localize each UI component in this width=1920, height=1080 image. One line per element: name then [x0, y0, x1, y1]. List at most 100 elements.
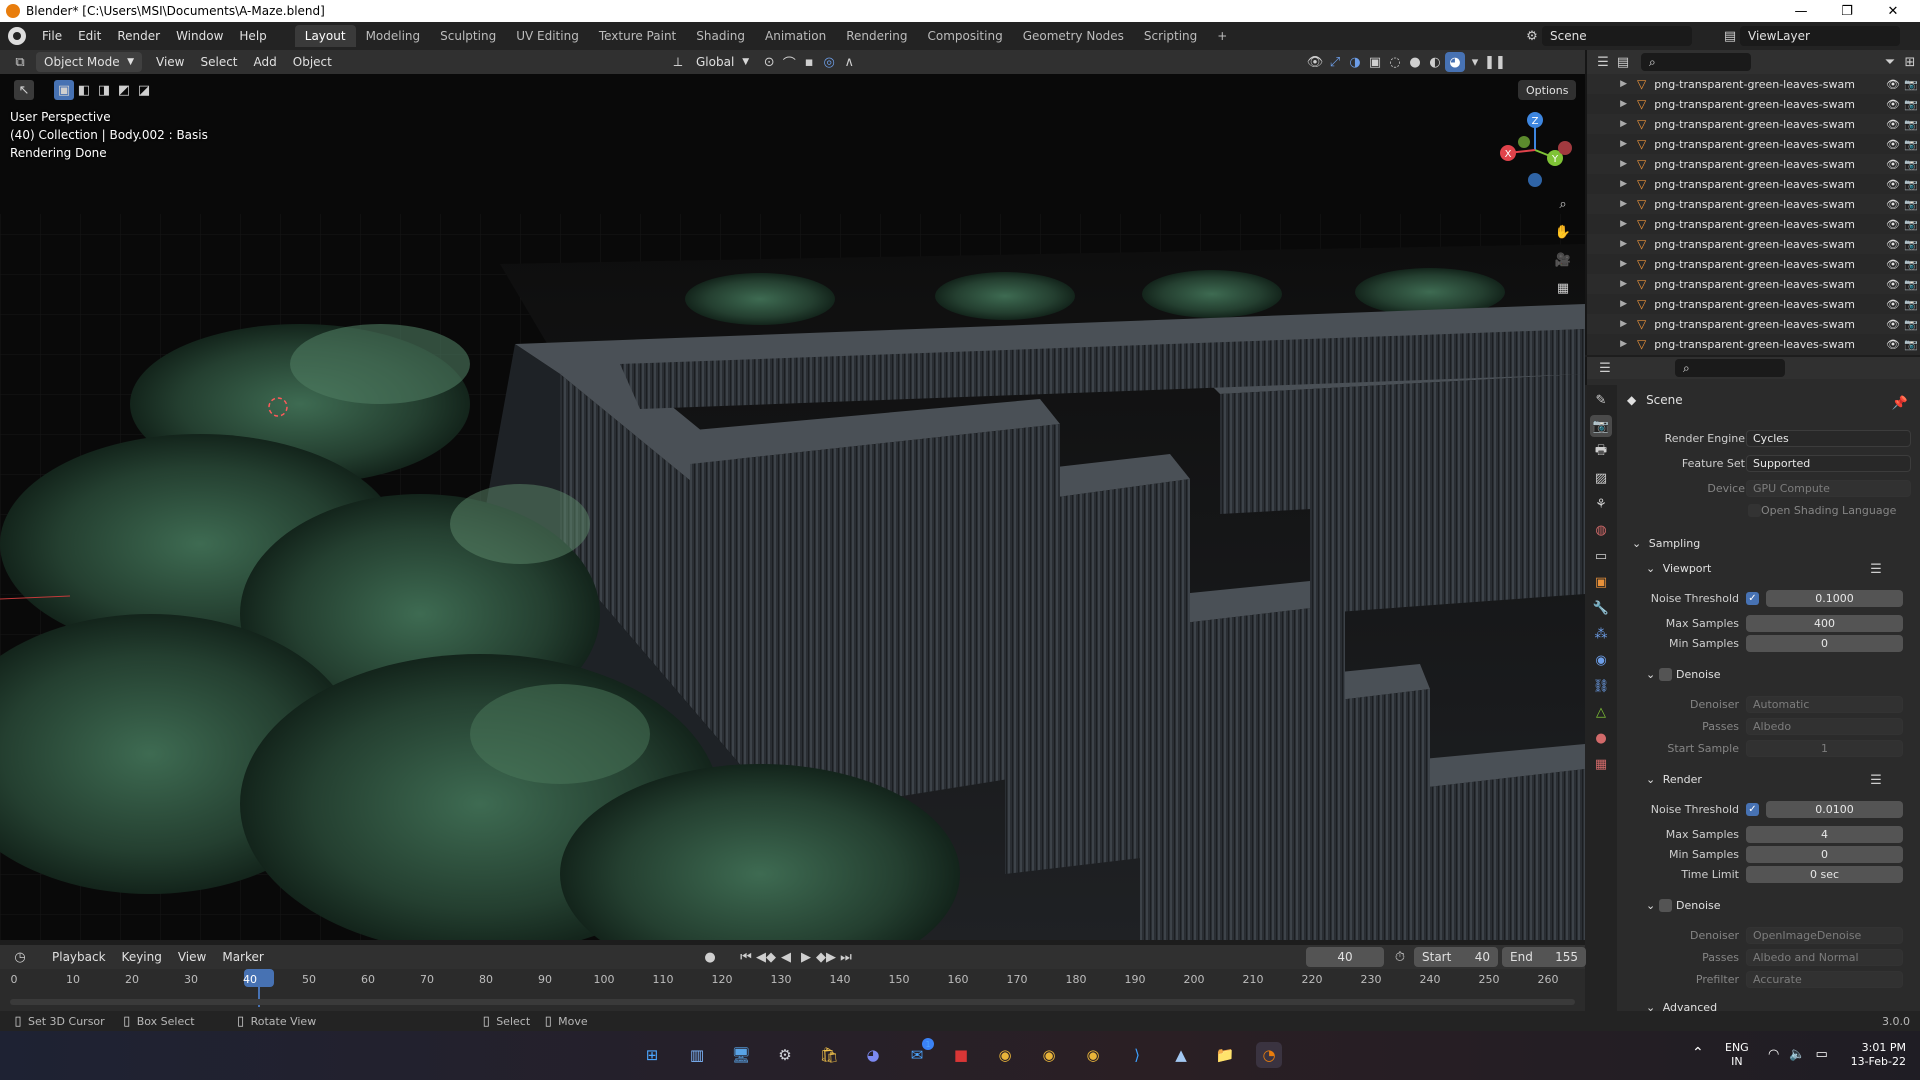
scene-tab-icon[interactable]: ⚘ [1590, 493, 1612, 515]
windows-start-icon[interactable]: ⊞ [639, 1042, 665, 1068]
expand-arrow-icon[interactable]: ▶ [1587, 179, 1637, 189]
viewport-noise-threshold-checkbox[interactable]: ✓ [1746, 592, 1759, 605]
camera-icon[interactable]: 📷 [1902, 78, 1920, 91]
world-tab-icon[interactable]: ◍ [1590, 519, 1612, 541]
camera-icon[interactable]: 📷 [1902, 98, 1920, 111]
camera-icon[interactable]: 📷 [1902, 178, 1920, 191]
navigation-gizmo[interactable]: Z Y X [1490, 108, 1580, 198]
viewport-denoise-subsection[interactable]: ⌄ [1646, 668, 1655, 681]
scene-selector[interactable]: Scene [1542, 26, 1692, 46]
expand-arrow-icon[interactable]: ▶ [1587, 319, 1637, 329]
select-tool-icon[interactable]: ↖ [14, 80, 34, 100]
play-reverse-icon[interactable]: ◀ [776, 947, 796, 967]
viewport-max-samples-field[interactable]: 400 [1746, 615, 1903, 632]
chevron-up-icon[interactable]: ⌃ [1692, 1045, 1704, 1061]
solid-shading-icon[interactable]: ● [1405, 52, 1425, 72]
store-icon[interactable]: 🛍 [816, 1042, 842, 1068]
battery-icon[interactable]: ▭ [1816, 1047, 1828, 1062]
tool-tab-icon[interactable]: ✎ [1590, 389, 1612, 411]
visibility-icon[interactable]: 👁 [1305, 52, 1325, 72]
workspace-tab-sculpting[interactable]: Sculpting [430, 25, 506, 47]
outliner-row[interactable]: ▶ ▽ png-transparent-green-leaves-swam 👁 📷 [1587, 274, 1920, 294]
jump-end-icon[interactable]: ⏭ [836, 947, 856, 967]
list-menu-icon[interactable]: ☰ [1866, 770, 1886, 790]
render-max-samples-field[interactable]: 4 [1746, 826, 1903, 843]
workspace-tab-texture-paint[interactable]: Texture Paint [589, 25, 686, 47]
timeline-menu-view[interactable]: View [170, 950, 214, 964]
outliner-row[interactable]: ▶ ▽ png-transparent-green-leaves-swam 👁 📷 [1587, 334, 1920, 354]
outliner-row[interactable]: ▶ ▽ png-transparent-green-leaves-swam 👁 📷 [1587, 314, 1920, 334]
data-tab-icon[interactable]: △ [1590, 701, 1612, 723]
next-keyframe-icon[interactable]: ◆▶ [816, 947, 836, 967]
outliner-search[interactable]: ⌕ [1641, 53, 1751, 71]
texture-tab-icon[interactable]: ▦ [1590, 753, 1612, 775]
object-tab-icon[interactable]: ▣ [1590, 571, 1612, 593]
render-subsection[interactable]: ⌄ Render [1646, 773, 1702, 786]
collection-tab-icon[interactable]: ▭ [1590, 545, 1612, 567]
eye-icon[interactable]: 👁 [1884, 118, 1902, 131]
particles-tab-icon[interactable]: ⁂ [1590, 623, 1612, 645]
workspace-tab-animation[interactable]: Animation [755, 25, 836, 47]
filter-icon[interactable]: ⏷ [1880, 52, 1900, 72]
workspace-tab-scripting[interactable]: Scripting [1134, 25, 1207, 47]
pause-render-icon[interactable]: ❚❚ [1484, 52, 1506, 72]
viewport-denoise-checkbox[interactable] [1659, 668, 1672, 681]
render-tab-icon[interactable]: 📷 [1590, 415, 1612, 437]
expand-arrow-icon[interactable]: ▶ [1587, 199, 1637, 209]
sampling-section[interactable]: ⌄ Sampling [1632, 537, 1700, 550]
outliner-row[interactable]: ▶ ▽ png-transparent-green-leaves-swam 👁 📷 [1587, 174, 1920, 194]
eye-icon[interactable]: 👁 [1884, 158, 1902, 171]
timeline-ruler[interactable]: 0 10 20 30 40 50 60 70 80 90 100 110 120 130 140 150 160… [0, 969, 1585, 1017]
workspace-tab-layout[interactable]: Layout [294, 25, 356, 47]
camera-view-icon[interactable]: 🎥 [1553, 250, 1573, 270]
timeline-menu-marker[interactable]: Marker [214, 950, 271, 964]
viewport-denoiser-dropdown[interactable]: Automatic [1746, 696, 1903, 713]
expand-arrow-icon[interactable]: ▶ [1587, 139, 1637, 149]
add-workspace-button[interactable]: + [1207, 25, 1237, 47]
render-passes-dropdown[interactable]: Albedo and Normal [1746, 949, 1903, 966]
camera-icon[interactable]: 📷 [1902, 118, 1920, 131]
camera-icon[interactable]: 📷 [1902, 278, 1920, 291]
new-collection-icon[interactable]: ⊞ [1900, 52, 1920, 72]
material-shading-icon[interactable]: ◐ [1425, 52, 1445, 72]
select-new-icon[interactable]: ▣ [54, 80, 74, 100]
eye-icon[interactable]: 👁 [1884, 258, 1902, 271]
list-menu-icon[interactable]: ☰ [1866, 559, 1886, 579]
timeline-menu-playback[interactable]: Playback [44, 950, 114, 964]
modifier-tab-icon[interactable]: 🔧 [1590, 597, 1612, 619]
discord-icon[interactable]: ◕ [860, 1042, 886, 1068]
output-tab-icon[interactable]: 🖶 [1590, 441, 1612, 463]
jump-start-icon[interactable]: ⏮ [736, 947, 756, 967]
view-layer-selector[interactable]: ViewLayer [1740, 26, 1900, 46]
volume-icon[interactable]: 🔈 [1789, 1047, 1805, 1062]
workspace-tab-geometry-nodes[interactable]: Geometry Nodes [1013, 25, 1134, 47]
camera-icon[interactable]: 📷 [1902, 318, 1920, 331]
pivot-icon[interactable]: ⊙ [759, 52, 779, 72]
snap-icon[interactable]: ⌒ [779, 52, 799, 72]
expand-arrow-icon[interactable]: ▶ [1587, 279, 1637, 289]
workspace-tab-uv-editing[interactable]: UV Editing [506, 25, 589, 47]
camera-icon[interactable]: 📷 [1902, 218, 1920, 231]
menu-edit[interactable]: Edit [70, 29, 109, 43]
viewport-noise-threshold-field[interactable]: 0.1000 [1766, 590, 1903, 607]
outliner-row[interactable]: ▶ ▽ png-transparent-green-leaves-swam 👁 📷 [1587, 154, 1920, 174]
camera-icon[interactable]: 📷 [1902, 258, 1920, 271]
wifi-icon[interactable]: ◠ [1768, 1047, 1779, 1062]
timeline-editor-icon[interactable]: ◷ [10, 947, 30, 967]
device-dropdown[interactable]: GPU Compute [1746, 480, 1911, 497]
viewport-min-samples-field[interactable]: 0 [1746, 635, 1903, 652]
record-icon[interactable]: ● [700, 947, 720, 967]
render-time-limit-field[interactable]: 0 sec [1746, 866, 1903, 883]
camera-icon[interactable]: 📷 [1902, 238, 1920, 251]
outliner-row[interactable]: ▶ ▽ png-transparent-green-leaves-swam 👁 📷 [1587, 194, 1920, 214]
rendered-shading-icon[interactable]: ◕ [1445, 52, 1465, 72]
expand-arrow-icon[interactable]: ▶ [1587, 339, 1637, 349]
viewport-menu-view[interactable]: View [148, 55, 192, 69]
zoom-icon[interactable]: ⌕ [1553, 194, 1573, 214]
workspace-tab-rendering[interactable]: Rendering [836, 25, 917, 47]
render-noise-threshold-checkbox[interactable]: ✓ [1746, 803, 1759, 816]
physics-tab-icon[interactable]: ◉ [1590, 649, 1612, 671]
menu-help[interactable]: Help [231, 29, 274, 43]
pin-icon[interactable]: 📌 [1890, 393, 1910, 413]
options-dropdown[interactable]: Options [1518, 80, 1577, 100]
